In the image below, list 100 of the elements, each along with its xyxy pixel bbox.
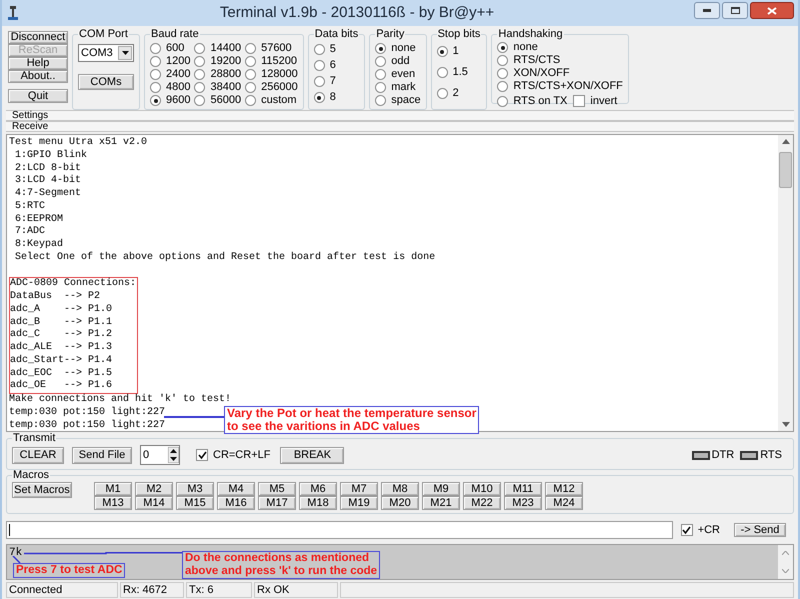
parity-radio[interactable]: mark xyxy=(375,81,421,94)
parity-radio[interactable]: odd xyxy=(375,55,421,68)
break-button[interactable]: BREAK xyxy=(280,446,344,464)
close-button[interactable] xyxy=(750,2,794,19)
invert-checkbox[interactable]: invert xyxy=(573,93,618,110)
checkmark-icon xyxy=(682,526,692,534)
plus-cr-checkbox[interactable]: +CR xyxy=(680,522,720,538)
macro-button[interactable]: M6 xyxy=(299,482,337,496)
macro-button[interactable]: M23 xyxy=(504,496,542,510)
terminal-line: Test menu Utra x51 v2.0 xyxy=(9,137,148,150)
macro-button[interactable]: M19 xyxy=(340,496,378,510)
baud-rate-radio[interactable]: 115200 xyxy=(245,55,298,68)
macro-button[interactable]: M17 xyxy=(258,496,296,510)
leader-line xyxy=(164,416,224,419)
handshaking-radio[interactable]: none xyxy=(497,41,538,54)
coms-button[interactable]: COMs xyxy=(78,74,134,90)
group-label: Macros xyxy=(12,470,50,481)
baud-rate-radio[interactable]: 28800 xyxy=(194,68,242,81)
baud-rate-radio[interactable]: 14400 xyxy=(194,42,242,55)
macro-button[interactable]: M7 xyxy=(340,482,378,496)
macro-button[interactable]: M18 xyxy=(299,496,337,510)
macro-button[interactable]: M24 xyxy=(545,496,583,510)
terminal-line: 4:7-Segment xyxy=(14,188,82,201)
baud-rate-radio[interactable]: 600 xyxy=(150,42,190,55)
macro-button[interactable]: M22 xyxy=(463,496,501,510)
set-macros-button[interactable]: Set Macros xyxy=(12,482,72,498)
settings-button[interactable]: Disconnect xyxy=(8,31,68,44)
minimize-icon xyxy=(703,9,711,12)
handshaking-radio[interactable]: XON/XOFF xyxy=(497,67,570,80)
macro-button[interactable]: M21 xyxy=(422,496,460,510)
settings-button[interactable]: Help xyxy=(8,57,68,70)
annotation-text: Vary the Pot or heat the temperature sensor xyxy=(227,407,476,420)
baud-rate-radio[interactable]: custom xyxy=(245,94,298,107)
baud-rate-radio[interactable]: 57600 xyxy=(245,42,298,55)
send-button[interactable]: -> Send xyxy=(734,523,786,537)
data-bits-radio[interactable]: 6 xyxy=(314,59,360,72)
baud-rate-radio[interactable]: 128000 xyxy=(245,68,298,81)
baud-rate-radio[interactable]: 19200 xyxy=(194,55,242,68)
status-panel: Connected xyxy=(6,582,118,598)
macro-button[interactable]: M12 xyxy=(545,482,583,496)
transmit-button[interactable]: CLEAR xyxy=(12,446,64,464)
group-label: COM Port xyxy=(78,29,129,40)
parity-radio[interactable]: even xyxy=(375,68,421,81)
vertical-scrollbar[interactable] xyxy=(778,135,793,431)
handshaking-radio[interactable]: RTS on TX xyxy=(497,94,568,108)
settings-header[interactable]: Settings xyxy=(6,110,794,121)
macro-button[interactable]: M5 xyxy=(258,482,296,496)
baud-rate-radio[interactable]: 256000 xyxy=(245,81,298,94)
baud-rate-radio[interactable]: 4800 xyxy=(150,81,190,94)
annotation-text: Do the connections as mentioned xyxy=(185,552,370,565)
baud-rate-radio[interactable]: 38400 xyxy=(194,81,242,94)
baud-rate-radio[interactable]: 2400 xyxy=(150,68,190,81)
macro-button[interactable]: M8 xyxy=(381,482,419,496)
terminal-line: temp:030 pot:150 light:227 xyxy=(9,406,166,420)
data-bits-radio[interactable]: 8 xyxy=(314,91,360,104)
baud-rate-radio[interactable]: 1200 xyxy=(150,55,190,68)
macro-button[interactable]: M11 xyxy=(504,482,542,496)
cr-lf-checkbox[interactable]: CR=CR+LF xyxy=(196,446,270,464)
com-port-select[interactable]: COM3 xyxy=(78,44,134,62)
settings-button[interactable]: About.. xyxy=(8,70,68,83)
macro-button[interactable]: M2 xyxy=(135,482,173,496)
terminal-line: 8:Keypad xyxy=(14,239,64,252)
macro-button[interactable]: M10 xyxy=(463,482,501,496)
transmit-button[interactable]: Send File xyxy=(72,446,132,464)
macro-button[interactable]: M3 xyxy=(176,482,214,496)
receive-header[interactable]: Receive xyxy=(6,121,794,132)
stop-bits-radio[interactable]: 1.5 xyxy=(436,66,482,79)
terminal-line: 2:LCD 8-bit xyxy=(14,162,82,174)
minimize-button[interactable] xyxy=(694,2,720,19)
baud-rate-radio[interactable]: 9600 xyxy=(150,94,190,107)
parity-radio[interactable]: space xyxy=(375,94,421,107)
scroll-thumb[interactable] xyxy=(779,152,792,188)
terminal-line: adc_OE --> P1.6 xyxy=(10,380,112,393)
data-bits-radio[interactable]: 5 xyxy=(314,43,360,56)
group-label: Data bits xyxy=(314,29,360,40)
terminal-line: 7:ADC xyxy=(14,226,46,238)
macro-button[interactable]: M13 xyxy=(94,496,132,510)
handshaking-radio[interactable]: RTS/CTS xyxy=(497,54,560,67)
spin-arrows-icon xyxy=(168,447,179,463)
group-label: Transmit xyxy=(12,433,56,444)
settings-button[interactable]: Quit xyxy=(8,89,68,103)
stop-bits-radio[interactable]: 1 xyxy=(436,45,482,58)
macro-button[interactable]: M4 xyxy=(217,482,255,496)
repeat-spinbox[interactable]: 0 xyxy=(140,445,180,465)
macro-button[interactable]: M14 xyxy=(135,496,173,510)
terminal-line: adc_EOC --> P1.5 xyxy=(10,368,112,380)
vertical-scrollbar[interactable] xyxy=(778,545,793,579)
macro-button[interactable]: M15 xyxy=(176,496,214,510)
macro-button[interactable]: M16 xyxy=(217,496,255,510)
command-input-field[interactable] xyxy=(6,521,673,539)
baud-rate-radio[interactable]: 56000 xyxy=(194,94,242,107)
parity-radio[interactable]: none xyxy=(375,42,421,55)
macro-button[interactable]: M1 xyxy=(94,482,132,496)
macro-button[interactable]: M20 xyxy=(381,496,419,510)
indicator-label: RTS xyxy=(760,448,782,463)
handshaking-radio[interactable]: RTS/CTS+XON/XOFF xyxy=(497,80,623,93)
macro-button[interactable]: M9 xyxy=(422,482,460,496)
maximize-button[interactable] xyxy=(722,2,748,19)
data-bits-radio[interactable]: 7 xyxy=(314,75,360,88)
stop-bits-radio[interactable]: 2 xyxy=(436,87,482,100)
